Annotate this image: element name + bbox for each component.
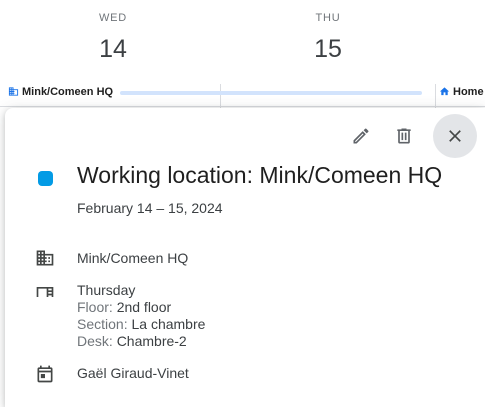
day-header-thu[interactable]: THU 15 <box>268 12 388 64</box>
edit-button[interactable] <box>341 116 381 156</box>
day-number[interactable]: 14 <box>53 35 173 64</box>
section-value: La chambre <box>131 316 206 332</box>
calendar-stage: WED 14 THU 15 Mink/Comeen HQ Home Workin… <box>0 0 485 407</box>
working-location-chip[interactable]: Mink/Comeen HQ <box>8 84 113 99</box>
close-button[interactable] <box>433 114 477 158</box>
event-location: Mink/Comeen HQ <box>77 250 189 266</box>
event-dates: February 14 – 15, 2024 <box>77 200 223 216</box>
calendar-icon <box>34 363 56 385</box>
desk-section: Section: La chambre <box>77 316 205 333</box>
pencil-icon <box>353 128 369 144</box>
desk-icon <box>34 281 56 303</box>
section-label: Section: <box>77 316 128 332</box>
close-icon <box>449 130 461 142</box>
desk-floor: Floor: 2nd floor <box>77 299 205 316</box>
delete-button[interactable] <box>384 116 424 156</box>
event-title: Working location: Mink/Comeen HQ <box>77 162 443 188</box>
desk-day: Thursday <box>77 282 136 298</box>
building-icon <box>8 87 19 96</box>
chip-label: Mink/Comeen HQ <box>22 85 114 98</box>
all-day-divider <box>0 106 485 107</box>
chip-label: Home <box>453 85 484 98</box>
event-details-popover: Working location: Mink/Comeen HQ Februar… <box>5 108 485 407</box>
chip-span-bar <box>120 91 422 95</box>
desk-booking-details: Thursday Floor: 2nd floor Section: La ch… <box>77 282 205 350</box>
trash-icon <box>397 128 411 144</box>
desk-label: Desk: <box>77 333 113 349</box>
day-header-wed[interactable]: WED 14 <box>53 12 173 64</box>
day-number[interactable]: 15 <box>268 35 388 64</box>
floor-label: Floor: <box>77 299 113 315</box>
calendar-owner: Gaël Giraud-Vinet <box>77 365 189 381</box>
event-color-swatch <box>38 171 53 186</box>
home-icon <box>439 87 450 96</box>
building-icon <box>34 247 56 269</box>
working-location-chip-home[interactable]: Home <box>439 84 485 99</box>
day-name: WED <box>98 12 128 24</box>
desk-desk: Desk: Chambre-2 <box>77 333 205 350</box>
day-name: THU <box>315 12 341 24</box>
floor-value: 2nd floor <box>116 299 172 315</box>
desk-value: Chambre-2 <box>116 333 187 349</box>
